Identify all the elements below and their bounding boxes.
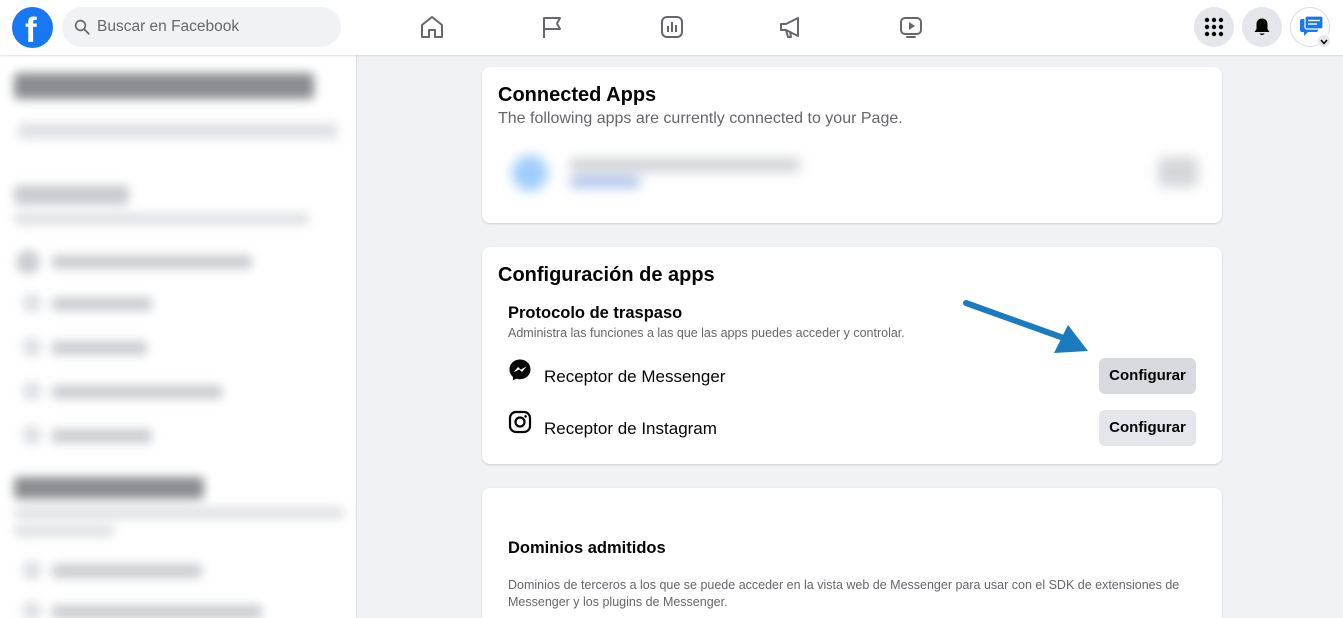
menu-button[interactable] <box>1194 7 1234 47</box>
configure-messenger-button[interactable]: Configurar <box>1099 358 1196 394</box>
chevron-down-icon <box>1320 39 1328 45</box>
annotation-arrow <box>963 300 1088 353</box>
messenger-icon <box>509 359 531 381</box>
insights-icon <box>661 16 683 38</box>
messenger-receiver-label: Receptor de Messenger <box>544 367 726 386</box>
instagram-receiver-label: Receptor de Instagram <box>544 419 717 438</box>
facebook-logo-letter: f <box>25 11 37 50</box>
nav-home[interactable] <box>417 12 447 42</box>
settings-sidebar <box>0 55 357 618</box>
nav-pages[interactable] <box>537 12 567 42</box>
account-caret[interactable] <box>1317 34 1331 48</box>
allowed-domains-description: Dominios de terceros a los que se puede … <box>508 578 1180 609</box>
menu-grid-icon <box>1204 17 1224 37</box>
allowed-domains-card: Dominios admitidos Dominios de terceros … <box>482 488 1222 618</box>
sidebar-blurred-content <box>0 55 356 618</box>
connected-apps-card: Connected Apps The following apps are cu… <box>482 67 1222 223</box>
connected-apps-subtitle: The following apps are currently connect… <box>498 110 903 127</box>
notifications-bell-icon <box>1254 18 1270 35</box>
video-icon <box>900 17 922 38</box>
nav-insights[interactable] <box>657 12 687 42</box>
search-input[interactable] <box>97 7 327 47</box>
configure-instagram-button[interactable]: Configurar <box>1099 410 1196 446</box>
megaphone-icon <box>780 17 799 38</box>
account-button[interactable] <box>1290 7 1331 48</box>
nav-ads[interactable] <box>776 12 806 42</box>
top-navigation-bar: f <box>0 0 1343 55</box>
allowed-domains-title: Dominios admitidos <box>508 539 666 557</box>
connected-app-row-blurred <box>498 143 1206 213</box>
nav-video[interactable] <box>896 12 926 42</box>
notifications-button[interactable] <box>1242 7 1282 47</box>
app-configuration-card: Configuración de apps Protocolo de trasp… <box>482 247 1222 464</box>
handover-protocol-title: Protocolo de traspaso <box>508 304 683 322</box>
search-icon <box>74 19 90 35</box>
facebook-logo[interactable]: f <box>12 7 53 50</box>
app-configuration-title: Configuración de apps <box>498 264 715 286</box>
instagram-icon <box>508 410 532 434</box>
handover-protocol-description: Administra las funciones a las que las a… <box>508 326 905 340</box>
connected-apps-title: Connected Apps <box>498 84 657 106</box>
flag-icon <box>543 17 561 38</box>
search-box[interactable] <box>62 7 341 47</box>
home-icon <box>421 16 443 38</box>
